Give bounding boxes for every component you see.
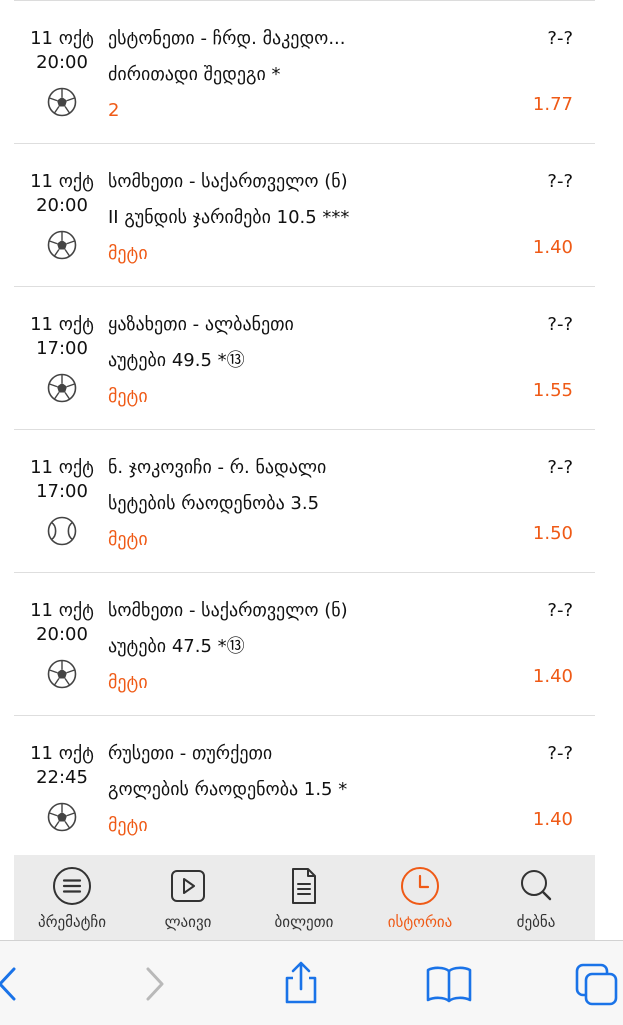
match-score: ?-? bbox=[547, 28, 573, 49]
bet-pick: მეტი bbox=[108, 815, 148, 836]
bet-datetime: 11 ოქტ 22:45 bbox=[14, 742, 110, 790]
bet-time: 20:00 bbox=[36, 195, 88, 216]
market-name: ძირითადი შედეგი * bbox=[108, 64, 281, 85]
match-name: ყაზახეთი - ალბანეთი bbox=[108, 314, 294, 335]
tab-label: ბილეთი bbox=[274, 913, 334, 931]
bet-time: 22:45 bbox=[36, 767, 88, 788]
match-score: ?-? bbox=[547, 457, 573, 478]
bet-row[interactable]: 11 ოქტ 20:00 სომხეთი - საქართველო (ნ) II… bbox=[14, 144, 595, 287]
bet-datetime: 11 ოქტ 20:00 bbox=[14, 170, 110, 218]
bet-time: 17:00 bbox=[36, 481, 88, 502]
football-icon bbox=[47, 87, 77, 117]
bookmarks-icon[interactable] bbox=[424, 959, 474, 1009]
bet-history-list: 11 ოქტ 20:00 ესტონეთი - ჩრდ. მაკედო... ძ… bbox=[14, 1, 595, 859]
search-icon bbox=[516, 866, 556, 906]
match-score: ?-? bbox=[547, 600, 573, 621]
bet-pick: 2 bbox=[108, 100, 120, 121]
tab-prematch[interactable]: პრემატჩი bbox=[14, 855, 130, 940]
bet-datetime: 11 ოქტ 17:00 bbox=[14, 456, 110, 504]
safari-toolbar bbox=[0, 940, 623, 1025]
market-name: აუტები 47.5 *⑬ bbox=[108, 636, 245, 657]
bet-date: 11 ოქტ bbox=[30, 28, 94, 49]
bet-odds: 1.50 bbox=[532, 523, 573, 544]
list-icon bbox=[52, 866, 92, 906]
bet-odds: 1.40 bbox=[532, 666, 573, 687]
share-icon[interactable] bbox=[276, 959, 326, 1009]
match-name: სომხეთი - საქართველო (ნ) bbox=[108, 600, 348, 621]
market-name: აუტები 49.5 *⑬ bbox=[108, 350, 245, 371]
bet-time: 20:00 bbox=[36, 52, 88, 73]
tab-label: ისტორია bbox=[387, 913, 453, 931]
bet-pick: მეტი bbox=[108, 243, 148, 264]
bet-date: 11 ოქტ bbox=[30, 457, 94, 478]
bet-row[interactable]: 11 ოქტ 20:00 ესტონეთი - ჩრდ. მაკედო... ძ… bbox=[14, 1, 595, 144]
tab-betslip[interactable]: ბილეთი bbox=[246, 855, 362, 940]
tab-label: ლაივი bbox=[164, 913, 212, 931]
bet-datetime: 11 ოქტ 17:00 bbox=[14, 313, 110, 361]
match-score: ?-? bbox=[547, 314, 573, 335]
play-icon bbox=[168, 866, 208, 906]
bet-row[interactable]: 11 ოქტ 17:00 ნ. ჯოკოვიჩი - რ. ნადალი სეტ… bbox=[14, 430, 595, 573]
football-icon bbox=[47, 659, 77, 689]
bet-pick: მეტი bbox=[108, 529, 148, 550]
bet-date: 11 ოქტ bbox=[30, 743, 94, 764]
tab-search[interactable]: ძებნა bbox=[478, 855, 594, 940]
tab-history[interactable]: ისტორია bbox=[362, 855, 478, 940]
bet-row[interactable]: 11 ოქტ 20:00 სომხეთი - საქართველო (ნ) აუ… bbox=[14, 573, 595, 716]
market-name: II გუნდის ჯარიმები 10.5 *** bbox=[108, 207, 350, 228]
market-name: გოლების რაოდენობა 1.5 * bbox=[108, 779, 348, 800]
tabs-icon[interactable] bbox=[572, 959, 622, 1009]
bottom-tab-bar: პრემატჩი ლაივი ბილეთი ისტორია ძებნა bbox=[14, 855, 595, 940]
forward-icon[interactable] bbox=[128, 959, 178, 1009]
match-name: რუსეთი - თურქეთი bbox=[108, 743, 273, 764]
tab-label: ძებნა bbox=[516, 913, 556, 931]
bet-datetime: 11 ოქტ 20:00 bbox=[14, 27, 110, 75]
bet-time: 17:00 bbox=[36, 338, 88, 359]
bet-time: 20:00 bbox=[36, 624, 88, 645]
bet-datetime: 11 ოქტ 20:00 bbox=[14, 599, 110, 647]
bet-odds: 1.77 bbox=[532, 94, 573, 115]
bet-date: 11 ოქტ bbox=[30, 600, 94, 621]
football-icon bbox=[47, 802, 77, 832]
tab-label: პრემატჩი bbox=[37, 913, 107, 931]
football-icon bbox=[47, 230, 77, 260]
market-name: სეტების რაოდენობა 3.5 bbox=[108, 493, 320, 514]
match-score: ?-? bbox=[547, 743, 573, 764]
bet-date: 11 ოქტ bbox=[30, 314, 94, 335]
tab-live[interactable]: ლაივი bbox=[130, 855, 246, 940]
match-name: სომხეთი - საქართველო (ნ) bbox=[108, 171, 348, 192]
back-icon[interactable] bbox=[0, 959, 36, 1009]
tennis-ball-icon bbox=[47, 516, 77, 546]
bet-pick: მეტი bbox=[108, 386, 148, 407]
bet-odds: 1.40 bbox=[532, 809, 573, 830]
bet-date: 11 ოქტ bbox=[30, 171, 94, 192]
bet-odds: 1.40 bbox=[532, 237, 573, 258]
match-score: ?-? bbox=[547, 171, 573, 192]
bet-row[interactable]: 11 ოქტ 17:00 ყაზახეთი - ალბანეთი აუტები … bbox=[14, 287, 595, 430]
match-name: ნ. ჯოკოვიჩი - რ. ნადალი bbox=[108, 457, 327, 478]
clock-icon bbox=[400, 866, 440, 906]
match-name: ესტონეთი - ჩრდ. მაკედო... bbox=[108, 28, 346, 49]
bet-pick: მეტი bbox=[108, 672, 148, 693]
bet-odds: 1.55 bbox=[532, 380, 573, 401]
bet-row[interactable]: 11 ოქტ 22:45 რუსეთი - თურქეთი გოლების რა… bbox=[14, 716, 595, 859]
football-icon bbox=[47, 373, 77, 403]
document-icon bbox=[284, 866, 324, 906]
